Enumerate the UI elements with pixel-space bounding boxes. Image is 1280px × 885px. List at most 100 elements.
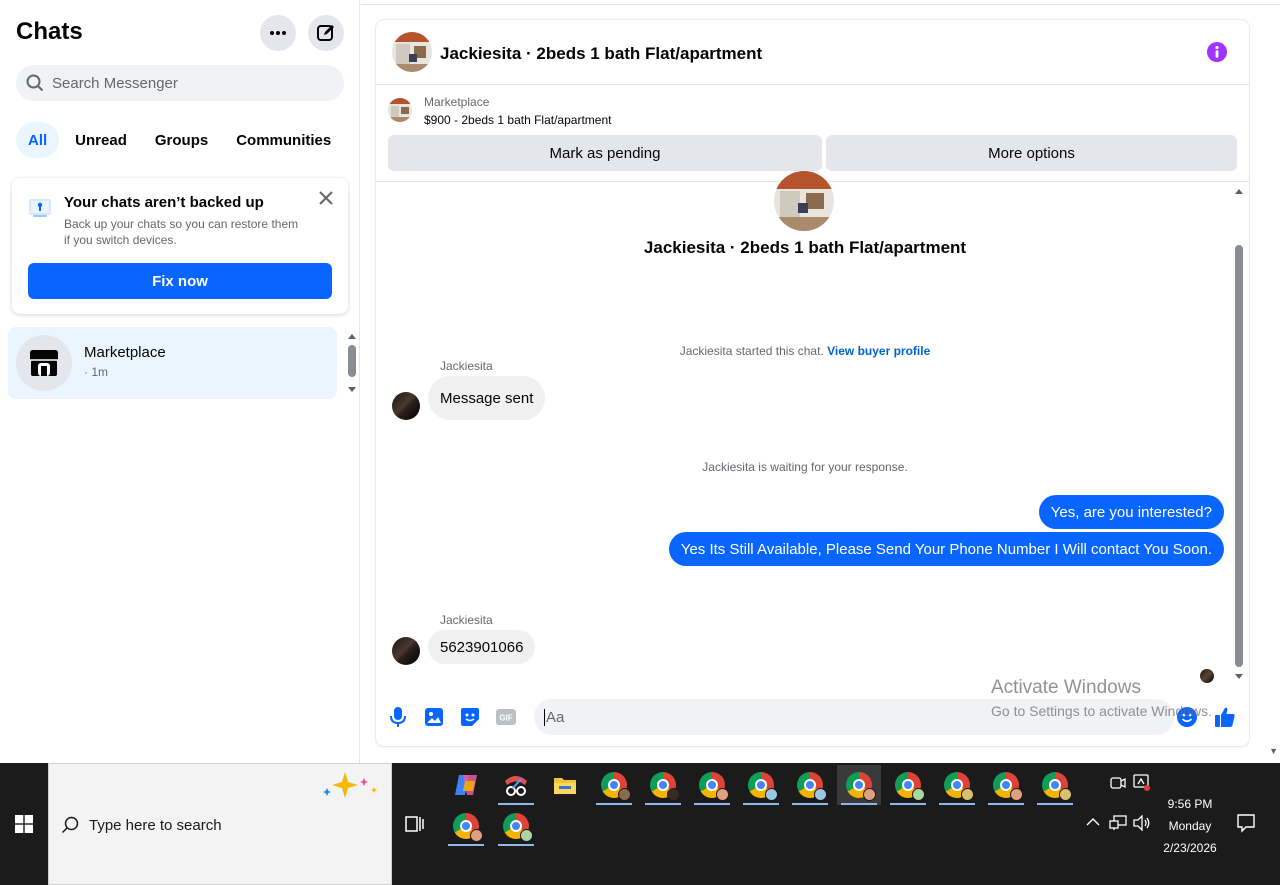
send-like-button[interactable] — [1214, 706, 1236, 728]
messages-scroll-thumb[interactable] — [1235, 245, 1243, 667]
chrome-icon — [944, 772, 974, 801]
copilot-sparkle-icon — [323, 772, 377, 798]
running-indicator — [498, 803, 534, 805]
start-button[interactable] — [0, 763, 48, 885]
sender-avatar[interactable] — [392, 392, 420, 420]
listing-thumbnail[interactable] — [388, 98, 412, 122]
scroll-down-icon — [348, 387, 356, 392]
new-message-button[interactable] — [308, 15, 344, 51]
taskbar-snipping-app[interactable] — [494, 765, 538, 805]
copilot-icon — [455, 775, 477, 795]
scroll-up-icon — [348, 334, 356, 339]
message-input-placeholder: Aa — [544, 708, 565, 726]
backup-title: Your chats aren’t backed up — [64, 194, 264, 211]
profile-badge-icon — [618, 788, 631, 801]
chrome-icon — [797, 772, 827, 801]
taskbar-chrome-profile-10[interactable] — [1033, 765, 1077, 805]
mark-as-pending-button[interactable]: Mark as pending — [388, 135, 822, 171]
search-placeholder: Search Messenger — [52, 74, 178, 92]
taskbar-chrome-profile-1[interactable] — [592, 765, 636, 805]
fix-now-button[interactable]: Fix now — [28, 263, 332, 299]
sidebar-title: Chats — [16, 18, 83, 45]
attach-media-button[interactable] — [423, 706, 445, 728]
more-options-listing-button[interactable]: More options — [826, 135, 1237, 171]
marketplace-store-icon — [30, 350, 58, 376]
show-hidden-icons-button[interactable] — [1086, 816, 1100, 830]
message-bubble-outgoing[interactable]: Yes, are you interested? — [1038, 495, 1224, 529]
sidebar-scroll-thumb[interactable] — [348, 345, 356, 377]
snipping-tool-icon — [505, 776, 527, 796]
running-indicator — [890, 803, 926, 805]
meet-now-button[interactable] — [1110, 775, 1126, 794]
compose-icon — [317, 25, 334, 41]
taskbar-chrome-profile-12[interactable] — [494, 806, 538, 846]
chrome-icon — [748, 772, 778, 801]
message-bubble-incoming[interactable]: Message sent — [428, 376, 546, 420]
task-view-button[interactable] — [405, 815, 425, 838]
tab-groups[interactable]: Groups — [143, 122, 220, 158]
gif-button[interactable]: GIF — [495, 706, 517, 728]
taskbar-chrome-profile-2[interactable] — [641, 765, 685, 805]
listing-price-title[interactable]: $900 - 2beds 1 bath Flat/apartment — [424, 113, 611, 127]
taskbar-clock[interactable]: 9:56 PM Monday 2/23/2026 — [1150, 793, 1230, 859]
chevron-up-icon — [1086, 818, 1100, 826]
taskbar-search-placeholder: Type here to search — [89, 817, 222, 834]
taskbar-copilot-app[interactable] — [444, 765, 488, 805]
taskbar-search-box[interactable]: Type here to search — [48, 763, 392, 885]
messages-scrollbar[interactable] — [1232, 183, 1246, 683]
tray-app-button[interactable] — [1133, 774, 1151, 795]
message-bubble-incoming[interactable]: 5623901066 — [428, 630, 536, 664]
taskbar-chrome-profile-6[interactable] — [837, 765, 881, 805]
profile-badge-icon — [470, 829, 483, 842]
taskbar-chrome-profile-11[interactable] — [444, 806, 488, 846]
volume-button[interactable] — [1133, 814, 1151, 834]
taskbar-chrome-profile-9[interactable] — [984, 765, 1028, 805]
profile-badge-icon — [1059, 788, 1072, 801]
thumbs-up-icon — [1215, 707, 1235, 727]
profile-badge-icon — [814, 788, 827, 801]
voice-clip-button[interactable] — [387, 706, 409, 728]
conversation-item-marketplace[interactable]: Marketplace · 1m — [8, 327, 337, 399]
message-list: Jackiesita · 2beds 1 bath Flat/apartment… — [376, 171, 1249, 686]
search-messenger-input[interactable]: Search Messenger — [16, 65, 344, 101]
taskbar-chrome-profile-4[interactable] — [739, 765, 783, 805]
marketplace-listing-bar: Marketplace $900 - 2beds 1 bath Flat/apa… — [376, 86, 1249, 182]
sidebar-scrollbar[interactable] — [346, 332, 358, 394]
windows-logo-icon — [15, 815, 33, 833]
marketplace-avatar — [16, 335, 72, 391]
taskbar-file-explorer[interactable] — [543, 765, 587, 805]
taskbar-chrome-profile-8[interactable] — [935, 765, 979, 805]
chat-sidebar: Chats Search Messenger All Unread Groups… — [0, 0, 360, 763]
running-indicator — [743, 803, 779, 805]
sender-avatar[interactable] — [392, 637, 420, 665]
tab-unread[interactable]: Unread — [63, 122, 139, 158]
notification-center-button[interactable] — [1236, 813, 1256, 838]
backup-warning-card: Your chats aren’t backed up Back up your… — [12, 178, 348, 314]
taskbar-chrome-profile-5[interactable] — [788, 765, 832, 805]
profile-badge-icon — [961, 788, 974, 801]
message-bubble-outgoing[interactable]: Yes Its Still Available, Please Send You… — [668, 532, 1224, 566]
sticker-button[interactable] — [459, 706, 481, 728]
running-indicator — [841, 803, 877, 805]
chat-title[interactable]: Jackiesita · 2beds 1 bath Flat/apartment — [440, 44, 762, 64]
close-backup-button[interactable] — [316, 188, 336, 208]
chat-started-notice: Jackiesita started this chat. View buyer… — [376, 344, 1234, 358]
sticker-icon — [461, 708, 479, 726]
page-scroll-down-icon[interactable]: ▼ — [1269, 746, 1278, 756]
tab-all[interactable]: All — [16, 122, 60, 158]
running-indicator — [645, 803, 681, 805]
conversation-info-button[interactable] — [1207, 42, 1227, 67]
taskbar-chrome-profile-7[interactable] — [886, 765, 930, 805]
chat-filter-tabs: All Unread Groups Communities — [16, 122, 343, 158]
more-options-button[interactable] — [260, 15, 296, 51]
taskbar-chrome-profile-3[interactable] — [690, 765, 734, 805]
notification-icon — [1237, 814, 1255, 833]
view-buyer-profile-link[interactable]: View buyer profile — [827, 344, 930, 358]
search-icon — [26, 74, 44, 92]
listing-avatar[interactable] — [392, 32, 432, 72]
camera-icon — [1110, 777, 1126, 789]
tab-communities[interactable]: Communities — [224, 122, 343, 158]
network-button[interactable] — [1109, 815, 1127, 834]
running-indicator — [596, 803, 632, 805]
scroll-down-icon — [1235, 674, 1243, 679]
